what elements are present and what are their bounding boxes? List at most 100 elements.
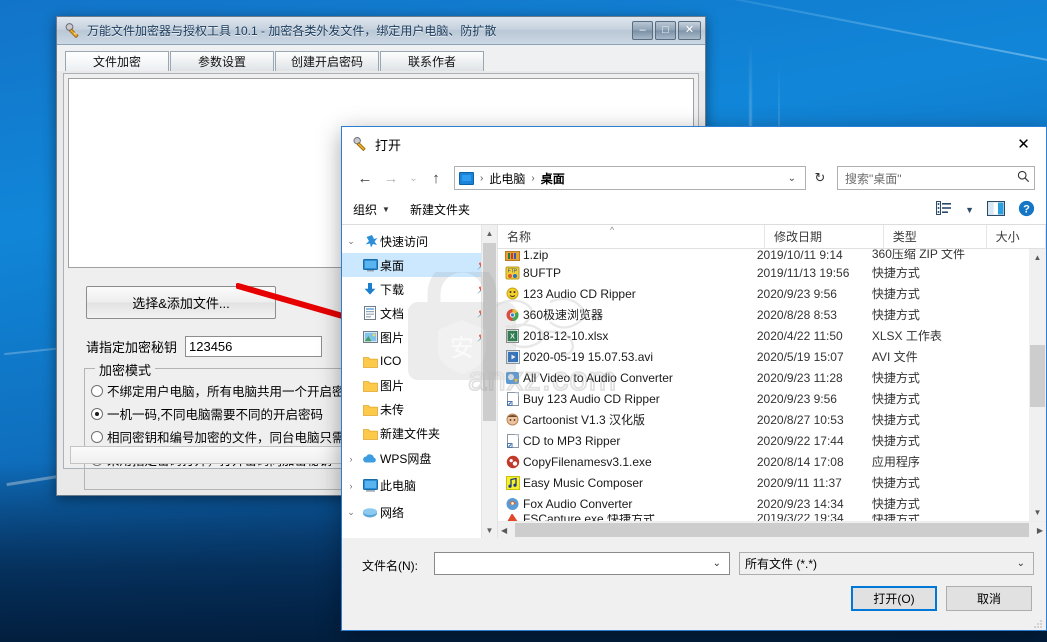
breadcrumb[interactable]: › 此电脑 › 桌面 ⌄ xyxy=(454,166,806,190)
chevron-down-icon[interactable]: ⌄ xyxy=(707,558,727,569)
recent-locations-button[interactable]: ⌄ xyxy=(405,166,422,190)
file-name: 360极速浏览器 xyxy=(523,308,604,322)
file-date: 2020/9/23 11:28 xyxy=(756,370,843,385)
file-name: All Video to Audio Converter xyxy=(523,370,673,385)
filename-input[interactable]: ⌄ xyxy=(434,552,730,575)
tab-contact-author[interactable]: 联系作者 xyxy=(380,51,484,71)
chevron-down-icon[interactable]: ⌄ xyxy=(342,507,360,518)
chevron-right-icon[interactable]: › xyxy=(342,481,360,491)
tree-item-network[interactable]: ⌄ 网络 xyxy=(342,499,497,526)
dialog-content: ⌄ 快速访问 › 桌面 📌 xyxy=(342,225,1046,538)
view-dropdown-icon[interactable]: ▼ xyxy=(965,205,974,215)
new-folder-button[interactable]: 新建文件夹 xyxy=(410,201,470,218)
tree-item-this-pc[interactable]: › 此电脑 xyxy=(342,472,497,499)
vertical-scroll-thumb[interactable] xyxy=(1030,345,1045,407)
chevron-placeholder: › xyxy=(342,332,360,342)
file-date: 2020/8/27 10:53 xyxy=(756,412,844,427)
tree-scrollbar[interactable]: ▲ ▼ xyxy=(481,225,497,538)
table-row[interactable]: All Video to Audio Converter 2020/9/23 1… xyxy=(498,367,1029,388)
tree-item-label: 图片 xyxy=(380,330,405,345)
scroll-left-button[interactable]: ◀ xyxy=(501,526,507,535)
file-rows: 1.zip 2019/10/11 9:14 360压缩 ZIP 文件 FTP 8… xyxy=(498,249,1029,521)
file-type-filter[interactable]: 所有文件 (*.*) ⌄ xyxy=(739,552,1034,575)
tree-item-pictures-folder[interactable]: › 图片 xyxy=(342,373,497,397)
table-row[interactable]: 360极速浏览器 2020/8/28 8:53 快捷方式 xyxy=(498,304,1029,325)
file-date: 2020/9/23 14:34 xyxy=(756,496,844,511)
table-row[interactable]: Cartoonist V1.3 汉化版 2020/8/27 10:53 快捷方式 xyxy=(498,409,1029,430)
ftp-shortcut-icon: FTP xyxy=(502,266,523,280)
forward-button[interactable]: → xyxy=(379,166,403,190)
table-row[interactable]: 2020-05-19 15.07.53.avi 2020/5/19 15:07 … xyxy=(498,346,1029,367)
tree-scroll-up-button[interactable]: ▲ xyxy=(482,225,497,241)
file-list-vertical-scrollbar[interactable]: ▲ ▼ xyxy=(1029,249,1046,521)
tree-item-untransferred[interactable]: › 未传 xyxy=(342,397,497,421)
cartoon-icon xyxy=(502,413,523,427)
open-button[interactable]: 打开(O) xyxy=(851,586,937,611)
scroll-up-button[interactable]: ▲ xyxy=(1029,249,1046,266)
desktop-icon xyxy=(360,258,380,272)
tree-item-quick-access[interactable]: ⌄ 快速访问 xyxy=(342,229,497,253)
dialog-title: 打开 xyxy=(375,137,402,153)
column-header-name[interactable]: 名称 xyxy=(498,225,765,248)
main-window-titlebar[interactable]: 万能文件加密器与授权工具 10.1 - 加密各类外发文件，绑定用户电脑、防扩散 … xyxy=(57,17,705,45)
breadcrumb-item-desktop[interactable]: 桌面 xyxy=(541,170,565,187)
horizontal-scroll-thumb[interactable] xyxy=(515,523,1029,537)
resize-grip[interactable] xyxy=(1033,618,1043,628)
help-icon[interactable]: ? xyxy=(1018,200,1035,220)
minimize-button[interactable]: – xyxy=(632,21,653,40)
table-row[interactable]: CopyFilenamesv3.1.exe 2020/8/14 17:08 应用… xyxy=(498,451,1029,472)
maximize-button[interactable]: □ xyxy=(655,21,676,40)
scroll-down-button[interactable]: ▼ xyxy=(1029,504,1046,521)
select-add-files-button[interactable]: 选择&添加文件... xyxy=(86,286,276,319)
column-header-date[interactable]: 修改日期 xyxy=(765,225,884,248)
tree-item-wps-cloud[interactable]: › WPS网盘 xyxy=(342,445,497,472)
cancel-button[interactable]: 取消 xyxy=(946,586,1032,611)
file-date: 2020/8/28 8:53 xyxy=(756,307,837,322)
tree-scroll-down-button[interactable]: ▼ xyxy=(482,522,497,538)
organize-menu[interactable]: 组织 ▼ xyxy=(353,201,390,218)
chevron-right-icon[interactable]: › xyxy=(342,454,360,464)
refresh-icon[interactable]: ↻ xyxy=(808,166,832,190)
dialog-navigation-bar: ← → ⌄ ↑ › 此电脑 › 桌面 ⌄ ↻ 搜索"桌面" xyxy=(342,161,1046,195)
preview-pane-icon[interactable] xyxy=(986,200,1006,219)
up-button[interactable]: ↑ xyxy=(424,166,448,190)
table-row[interactable]: Buy 123 Audio CD Ripper 2020/9/23 9:56 快… xyxy=(498,388,1029,409)
chevron-placeholder: › xyxy=(342,380,360,390)
file-list-horizontal-scrollbar[interactable]: ◀ ▶ xyxy=(498,521,1046,538)
table-row[interactable]: FSCapture.exe 快捷方式 2019/3/22 19:34 快捷方式 xyxy=(498,514,1029,521)
table-row[interactable]: FTP 8UFTP 2019/11/13 19:56 快捷方式 xyxy=(498,262,1029,283)
tree-item-downloads[interactable]: › 下载 📌 xyxy=(342,277,497,301)
tree-item-documents[interactable]: › 文档 📌 xyxy=(342,301,497,325)
table-row[interactable]: 123 Audio CD Ripper 2020/9/23 9:56 快捷方式 xyxy=(498,283,1029,304)
tree-item-ico-folder[interactable]: › ICO xyxy=(342,349,497,373)
tree-item-new-folder[interactable]: › 新建文件夹 xyxy=(342,421,497,445)
tree-item-desktop[interactable]: › 桌面 📌 xyxy=(342,253,497,277)
file-name: CopyFilenamesv3.1.exe xyxy=(523,454,652,469)
tab-create-password[interactable]: 创建开启密码 xyxy=(275,51,379,71)
table-row[interactable]: X 2018-12-10.xlsx 2020/4/22 11:50 XLSX 工… xyxy=(498,325,1029,346)
table-row[interactable]: Easy Music Composer 2020/9/11 11:37 快捷方式 xyxy=(498,472,1029,493)
document-icon xyxy=(360,306,380,320)
view-options-icon[interactable] xyxy=(936,201,952,218)
search-input[interactable]: 搜索"桌面" xyxy=(837,166,1035,190)
table-row[interactable]: 1.zip 2019/10/11 9:14 360压缩 ZIP 文件 xyxy=(498,249,1029,262)
file-type: 快捷方式 xyxy=(871,287,920,301)
tab-file-encrypt[interactable]: 文件加密 xyxy=(65,51,169,71)
chevron-down-icon[interactable]: ⌄ xyxy=(342,236,360,247)
chevron-down-icon[interactable]: ⌄ xyxy=(1011,558,1031,569)
table-row[interactable]: Fox Audio Converter 2020/9/23 14:34 快捷方式 xyxy=(498,493,1029,514)
column-header-size[interactable]: 大小 xyxy=(987,225,1046,248)
tree-scroll-thumb[interactable] xyxy=(483,243,496,421)
tab-parameters[interactable]: 参数设置 xyxy=(170,51,274,71)
back-button[interactable]: ← xyxy=(353,166,377,190)
close-button[interactable]: ✕ xyxy=(678,21,701,40)
dialog-close-button[interactable]: ✕ xyxy=(1001,127,1046,161)
column-header-type[interactable]: 类型 xyxy=(884,225,987,248)
chevron-down-icon[interactable]: ⌄ xyxy=(781,173,803,184)
breadcrumb-item-this-pc[interactable]: 此电脑 xyxy=(489,170,525,187)
encryption-key-input[interactable]: 123456 xyxy=(185,336,323,357)
table-row[interactable]: CD to MP3 Ripper 2020/9/22 17:44 快捷方式 xyxy=(498,430,1029,451)
scroll-right-button[interactable]: ▶ xyxy=(1037,526,1043,535)
dialog-titlebar[interactable]: 打开 ✕ xyxy=(342,127,1046,161)
tree-item-pictures-lib[interactable]: › 图片 📌 xyxy=(342,325,497,349)
